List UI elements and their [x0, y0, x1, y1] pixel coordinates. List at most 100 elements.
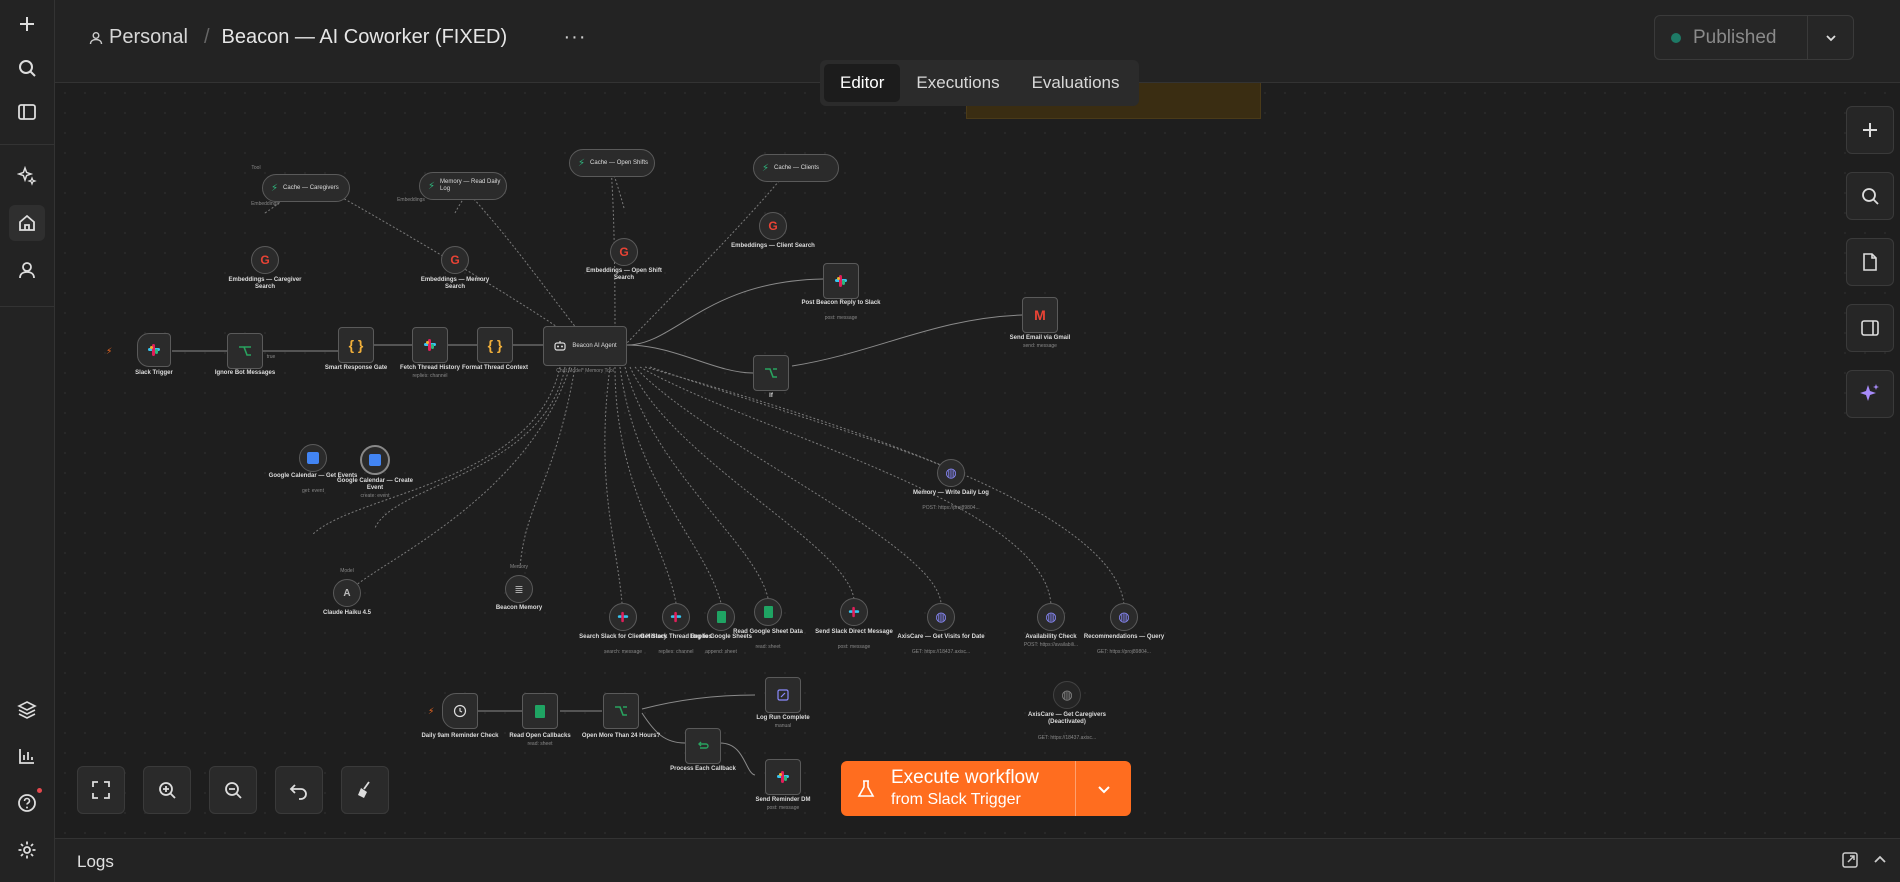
node-label: Memory — Write Daily Log [913, 490, 989, 496]
panel-toggle-icon[interactable] [9, 94, 45, 130]
send-reminder-dm-node[interactable] [765, 759, 801, 795]
ai-assistant-button[interactable] [1846, 370, 1894, 418]
toggle-panel-button[interactable] [1846, 304, 1894, 352]
process-each-callback-node[interactable] [685, 728, 721, 764]
undo-button[interactable] [275, 766, 323, 814]
node-label: Embeddings — Open Shift Search [586, 268, 662, 281]
memory-write-daily-log-node[interactable]: ◍ [937, 459, 965, 487]
publish-label: Published [1693, 26, 1777, 48]
trigger-lightning-icon: ⚡ [106, 346, 113, 356]
format-thread-context-node[interactable]: { } [477, 327, 513, 363]
get-slack-thread-node[interactable] [662, 603, 690, 631]
publish-dropdown-button[interactable] [1807, 16, 1853, 59]
popout-icon[interactable] [1841, 851, 1859, 874]
tidy-up-button[interactable] [341, 766, 389, 814]
log-to-sheets-node[interactable] [707, 603, 735, 631]
settings-gear-icon[interactable] [9, 832, 45, 868]
search-icon[interactable] [9, 50, 45, 86]
add-icon[interactable] [9, 6, 45, 42]
gcal-get-events-node[interactable] [299, 444, 327, 472]
node-subtitle: GET: https://18437.axisc... [911, 649, 971, 655]
fetch-thread-history-node[interactable] [412, 327, 448, 363]
zoom-in-icon [159, 782, 176, 799]
log-run-complete-node[interactable] [765, 677, 801, 713]
slack-trigger-node[interactable] [137, 333, 171, 367]
gcal-create-event-node[interactable] [360, 445, 390, 475]
search-icon [1862, 188, 1879, 205]
help-icon[interactable] [9, 785, 45, 821]
send-email-gmail-node[interactable]: M [1022, 297, 1058, 333]
tab-evaluations[interactable]: Evaluations [1016, 64, 1136, 102]
tab-executions[interactable]: Executions [900, 64, 1015, 102]
cache-open-shifts-node[interactable]: ⚡ Cache — Open Shifts [569, 149, 655, 177]
read-sheet-node[interactable] [754, 598, 782, 626]
node-label: Ignore Bot Messages [214, 370, 276, 376]
claude-haiku-node[interactable]: A [333, 579, 361, 607]
breadcrumb-separator: / [203, 26, 210, 48]
recommendations-query-node[interactable]: ◍ [1110, 603, 1138, 631]
insights-icon[interactable] [9, 738, 45, 774]
search-slack-node[interactable] [609, 603, 637, 631]
more-options-button[interactable]: ··· [560, 22, 590, 52]
cache-caregivers-node[interactable]: ⚡ Cache — Caregivers [262, 174, 350, 202]
post-beacon-reply-node[interactable] [823, 263, 859, 299]
beacon-memory-node[interactable]: ≣ [505, 575, 533, 603]
node-subtitle: send: message [1023, 343, 1057, 349]
ignore-bot-filter-node[interactable] [227, 333, 263, 369]
google-icon: G [768, 219, 778, 233]
execute-workflow-button[interactable]: Execute workflow from Slack Trigger [841, 761, 1075, 816]
user-icon[interactable] [9, 252, 45, 288]
workflow-canvas[interactable]: ⚡ Slack Trigger Ignore Bot Messages true… [55, 83, 1900, 837]
workflow-title[interactable]: Beacon — AI Coworker (FIXED) [222, 26, 508, 49]
node-subtitle: read: sheet [527, 741, 553, 747]
lightning-icon: ⚡ [578, 157, 586, 169]
zoom-in-button[interactable] [143, 766, 191, 814]
memory-read-daily-log-node[interactable]: ⚡ Memory — Read Daily Log [419, 172, 507, 200]
daily-reminder-trigger-node[interactable] [442, 693, 478, 729]
node-subtitle: POST: https://availabili... [1023, 642, 1079, 648]
node-subtitle: GET: https://18437.axisc... [1037, 735, 1097, 741]
zoom-out-button[interactable] [209, 766, 257, 814]
logs-panel-bar[interactable]: Logs [55, 838, 1900, 882]
flask-icon [857, 779, 875, 797]
add-node-button[interactable] [1846, 106, 1894, 154]
embeddings-caregiver-node[interactable]: G [251, 246, 279, 274]
embeddings-client-node[interactable]: G [759, 212, 787, 240]
workflow-editor-app: Personal / Beacon — AI Coworker (FIXED) … [0, 0, 1900, 882]
logs-label: Logs [77, 852, 114, 871]
branch-icon [239, 346, 251, 356]
read-open-callbacks-node[interactable] [522, 693, 558, 729]
cache-clients-node[interactable]: ⚡ Cache — Clients [753, 154, 839, 182]
clock-icon [453, 704, 467, 718]
node-label: Log Run Complete [756, 715, 810, 721]
if-node[interactable] [753, 355, 789, 391]
beacon-ai-agent-node[interactable]: Beacon AI Agent [543, 326, 627, 366]
availability-check-node[interactable]: ◍ [1037, 603, 1065, 631]
google-icon: G [260, 253, 270, 267]
lightning-icon: ⚡ [762, 162, 770, 174]
axiscare-visits-node[interactable]: ◍ [927, 603, 955, 631]
published-status-dot [1671, 32, 1681, 43]
send-slack-dm-node[interactable] [840, 598, 868, 626]
home-icon[interactable] [9, 205, 45, 241]
search-nodes-button[interactable] [1846, 172, 1894, 220]
project-link[interactable]: Personal [109, 26, 188, 49]
ai-sparkle-icon[interactable] [9, 158, 45, 194]
embeddings-memory-node[interactable]: G [441, 246, 469, 274]
execute-dropdown-button[interactable] [1075, 761, 1131, 816]
open-24h-if-node[interactable] [603, 693, 639, 729]
chevron-up-icon[interactable] [1871, 851, 1889, 874]
publish-button[interactable]: Published [1655, 27, 1807, 49]
templates-icon[interactable] [9, 692, 45, 728]
trigger-lightning-icon: ⚡ [428, 706, 435, 716]
axiscare-caregivers-node[interactable]: ◍ [1053, 681, 1081, 709]
sticky-note-button[interactable] [1846, 238, 1894, 286]
port-label: Memory [509, 564, 529, 570]
smart-response-gate-node[interactable]: { } [338, 327, 374, 363]
node-label: Cache — Caregivers [283, 184, 339, 191]
lightning-icon: ⚡ [428, 180, 436, 192]
embeddings-open-shift-node[interactable]: G [610, 238, 638, 266]
zoom-to-fit-button[interactable] [77, 766, 125, 814]
tab-editor[interactable]: Editor [824, 64, 901, 102]
port-label: Embeddings [397, 197, 425, 203]
